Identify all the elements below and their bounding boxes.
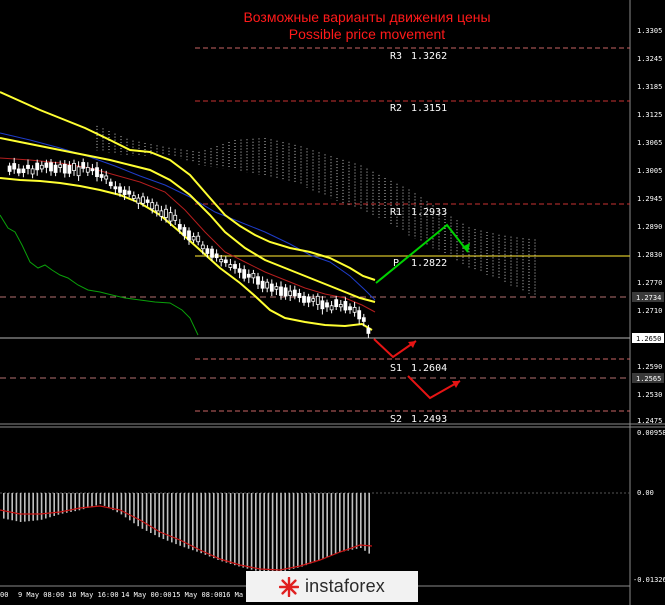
price-axis-label: 1.2770 bbox=[637, 279, 662, 287]
price-axis-label: 1.3245 bbox=[637, 55, 662, 63]
date-label: 14 May 00:00 bbox=[121, 591, 172, 599]
price-axis-label: 1.3125 bbox=[637, 111, 662, 119]
osc-axis-bottom: -0.01326 bbox=[633, 576, 665, 584]
price-axis-label: 1.2530 bbox=[637, 391, 662, 399]
arrow-up-scenario bbox=[375, 223, 470, 284]
level-r3-value: 1.3262 bbox=[411, 51, 447, 62]
price-axis-label: 1.2890 bbox=[637, 223, 662, 231]
level-s1-value: 1.2604 bbox=[411, 363, 447, 374]
price-axis-label: 1.3065 bbox=[637, 139, 662, 147]
level-r3: R3 1.3262 bbox=[195, 47, 630, 62]
arrow-down-head-icon bbox=[408, 341, 416, 348]
chikou-line bbox=[0, 214, 199, 336]
level-r2: R2 1.3151 bbox=[195, 100, 630, 114]
level-s2-name: S2 bbox=[390, 414, 402, 425]
price-chart[interactable]: Возможные варианты движения цены Possibl… bbox=[0, 0, 665, 605]
level-r1: R1 1.2933 bbox=[195, 203, 630, 218]
price-axis-label: 1.3005 bbox=[637, 167, 662, 175]
ma-blue-line bbox=[0, 132, 376, 301]
price-tag-1-2734: 1.2734 bbox=[632, 292, 664, 302]
price-axis-label: 1.3185 bbox=[637, 83, 662, 91]
osc-axis-zero: 0.00 bbox=[637, 489, 654, 497]
price-axis: 1.3305 1.3245 1.3185 1.3125 1.3065 1.300… bbox=[637, 27, 662, 425]
level-r1-value: 1.2933 bbox=[411, 207, 447, 218]
price-axis-label: 1.2830 bbox=[637, 251, 662, 259]
candles bbox=[7, 157, 371, 338]
date-label: 15 May 08:00 bbox=[172, 591, 223, 599]
level-s2-value: 1.2493 bbox=[411, 414, 447, 425]
instaforex-watermark: instaforex bbox=[246, 571, 418, 602]
osc-axis-top: 0.00958 bbox=[637, 429, 665, 437]
price-axis-label: 1.3305 bbox=[637, 27, 662, 35]
level-s1: S1 1.2604 bbox=[195, 358, 630, 374]
level-s2: S2 1.2493 bbox=[195, 410, 630, 425]
price-tag-current: 1.2650 bbox=[632, 333, 664, 343]
level-r1-name: R1 bbox=[390, 207, 402, 218]
svg-text:1.2650: 1.2650 bbox=[636, 335, 661, 343]
level-r2-value: 1.3151 bbox=[411, 103, 447, 114]
price-axis-label: 1.2475 bbox=[637, 417, 662, 425]
price-tag-1-2565: 1.2565 bbox=[632, 373, 664, 383]
price-axis-label: 1.2710 bbox=[637, 307, 662, 315]
oscillator-signal-line bbox=[0, 505, 373, 571]
date-axis: 00 9 May 08:00 10 May 16:00 14 May 00:00… bbox=[0, 591, 243, 599]
chart-title-en: Possible price movement bbox=[289, 26, 446, 42]
date-label: 16 Ma bbox=[222, 591, 243, 599]
level-s1-name: S1 bbox=[390, 363, 402, 374]
price-axis-label: 1.2945 bbox=[637, 195, 662, 203]
svg-text:1.2734: 1.2734 bbox=[636, 294, 661, 302]
level-r2-name: R2 bbox=[390, 103, 402, 114]
chart-title-ru: Возможные варианты движения цены bbox=[243, 9, 490, 25]
level-p-value: 1.2822 bbox=[411, 258, 447, 269]
svg-text:1.2565: 1.2565 bbox=[636, 375, 661, 383]
date-label: 9 May 08:00 bbox=[18, 591, 64, 599]
date-label: 00 bbox=[0, 591, 8, 599]
date-label: 10 May 16:00 bbox=[68, 591, 119, 599]
oscillator-bars bbox=[3, 493, 370, 572]
level-r3-name: R3 bbox=[390, 51, 402, 62]
price-axis-label: 1.2590 bbox=[637, 363, 662, 371]
instaforex-logo-icon bbox=[278, 576, 299, 597]
watermark-text: instaforex bbox=[304, 576, 386, 596]
